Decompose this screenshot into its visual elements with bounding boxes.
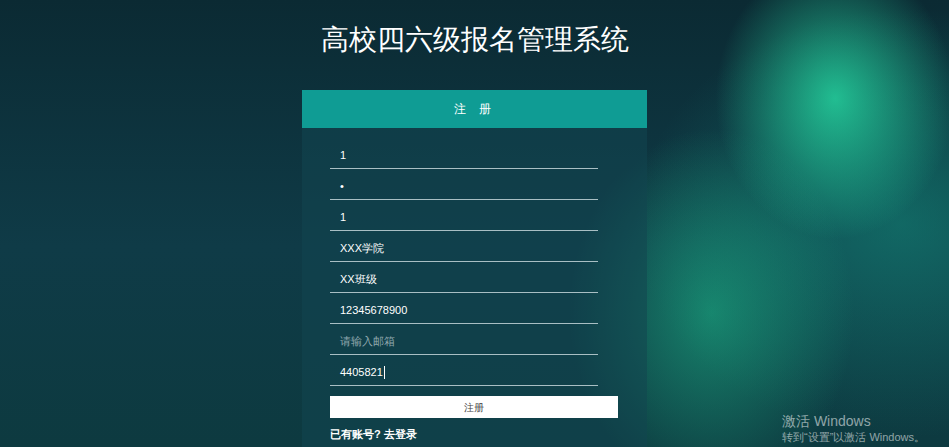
text-caret xyxy=(384,366,385,379)
form-input[interactable]: 4405821 xyxy=(330,355,598,386)
input-value: 1 xyxy=(340,209,346,225)
input-placeholder: 请输入邮箱 xyxy=(340,333,395,349)
form-input[interactable]: 请输入邮箱 xyxy=(330,324,598,355)
login-link[interactable]: 已有账号? 去登录 xyxy=(330,426,647,442)
input-value: XXX学院 xyxy=(340,240,384,256)
panel-title: 注 册 xyxy=(454,100,496,118)
form-input[interactable]: XX班级 xyxy=(330,262,598,293)
input-value: 12345678900 xyxy=(340,302,407,318)
input-value: 1 xyxy=(340,147,346,163)
watermark-title: 激活 Windows xyxy=(782,412,925,430)
input-value: XX班级 xyxy=(340,271,377,287)
form-input[interactable]: • xyxy=(330,169,598,200)
activation-watermark: 激活 Windows转到“设置”以激活 Windows。 xyxy=(782,412,925,445)
register-button[interactable]: 注册 xyxy=(330,396,618,418)
input-value: • xyxy=(340,178,344,194)
form-input[interactable]: 1 xyxy=(330,138,598,169)
panel-header: 注 册 xyxy=(302,90,647,128)
page-title: 高校四六级报名管理系统 xyxy=(321,22,629,58)
register-form: 1 • 1 XXX学院 XX班级 12345678900 请输入邮箱 4405821 注册已有账… xyxy=(302,128,647,442)
input-value: 4405821 xyxy=(340,364,383,380)
register-panel: 注 册 1 • 1 XXX学院 XX班级 12345678900 请输入邮箱 4405821 注册… xyxy=(302,90,647,447)
form-input[interactable]: 12345678900 xyxy=(330,293,598,324)
page: 高校四六级报名管理系统注 册 1 • 1 XXX学院 XX班级 12345678900 请输入… xyxy=(0,0,949,447)
watermark-subtitle: 转到“设置”以激活 Windows。 xyxy=(782,430,925,445)
form-input[interactable]: 1 xyxy=(330,200,598,231)
form-input[interactable]: XXX学院 xyxy=(330,231,598,262)
